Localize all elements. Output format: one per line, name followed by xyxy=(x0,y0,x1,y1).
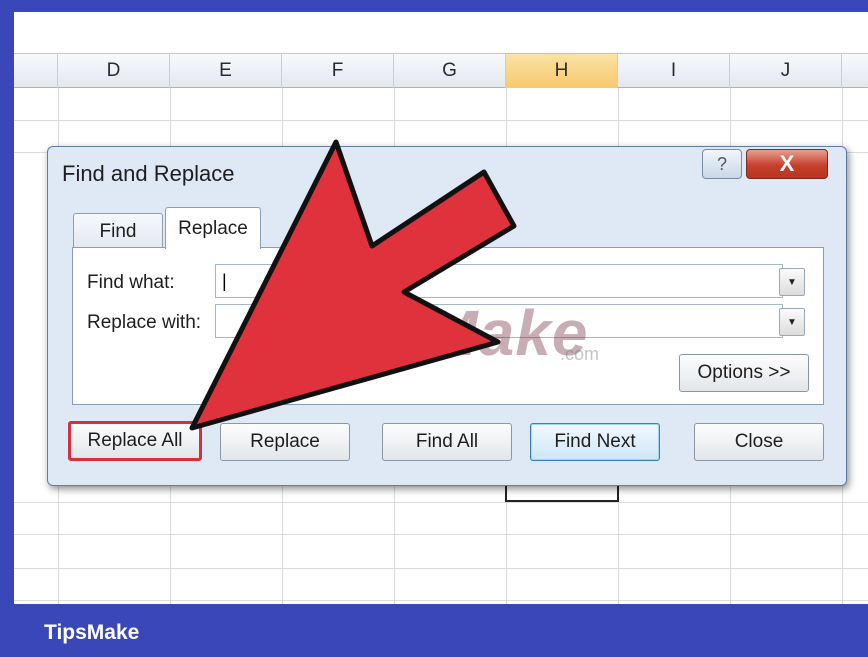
column-header-d[interactable]: D xyxy=(58,54,170,88)
question-mark-icon[interactable]: ? xyxy=(702,149,742,179)
close-button[interactable]: Close xyxy=(694,423,824,461)
column-header-i[interactable]: I xyxy=(618,54,730,88)
left-frame xyxy=(0,0,14,657)
chevron-down-icon: ▼ xyxy=(787,276,797,288)
formula-bar[interactable] xyxy=(14,12,868,54)
top-frame xyxy=(0,0,868,12)
replace-with-label: Replace with: xyxy=(87,312,202,333)
column-header-j[interactable]: J xyxy=(730,54,842,88)
replace-all-button[interactable]: Replace All xyxy=(68,421,202,461)
tab-find[interactable]: Find xyxy=(73,213,163,249)
watermark-suffix: .com xyxy=(560,344,600,364)
column-header-e[interactable]: E xyxy=(170,54,282,88)
column-header-g[interactable]: G xyxy=(394,54,506,88)
find-next-button[interactable]: Find Next xyxy=(530,423,660,461)
column-header-c-partial[interactable] xyxy=(14,54,58,88)
grid-line xyxy=(14,568,868,569)
footer-bar: TipsMake xyxy=(0,604,868,657)
column-header-row: D E F G H I J xyxy=(14,54,868,88)
watermark-text: TipsMake xyxy=(290,297,589,369)
dialog-title: Find and Replace xyxy=(62,161,235,186)
find-what-label: Find what: xyxy=(87,272,175,293)
replace-button[interactable]: Replace xyxy=(220,423,350,461)
footer-brand: TipsMake xyxy=(44,621,140,644)
column-header-h[interactable]: H xyxy=(506,54,618,88)
options-button[interactable]: Options >> xyxy=(679,354,809,392)
column-header-f[interactable]: F xyxy=(282,54,394,88)
column-header-k-partial[interactable] xyxy=(842,54,868,88)
chevron-down-icon: ▼ xyxy=(787,316,797,328)
close-x-icon[interactable]: X xyxy=(746,149,828,179)
grid-line xyxy=(14,600,868,601)
find-all-button[interactable]: Find All xyxy=(382,423,512,461)
replace-with-dropdown[interactable]: ▼ xyxy=(779,308,805,336)
selected-cell-range[interactable] xyxy=(505,484,619,502)
find-what-dropdown[interactable]: ▼ xyxy=(779,268,805,296)
tab-replace[interactable]: Replace xyxy=(165,207,261,249)
grid-line xyxy=(14,502,868,503)
grid-line xyxy=(14,120,868,121)
find-what-input[interactable]: | xyxy=(215,264,783,298)
grid-line xyxy=(14,534,868,535)
